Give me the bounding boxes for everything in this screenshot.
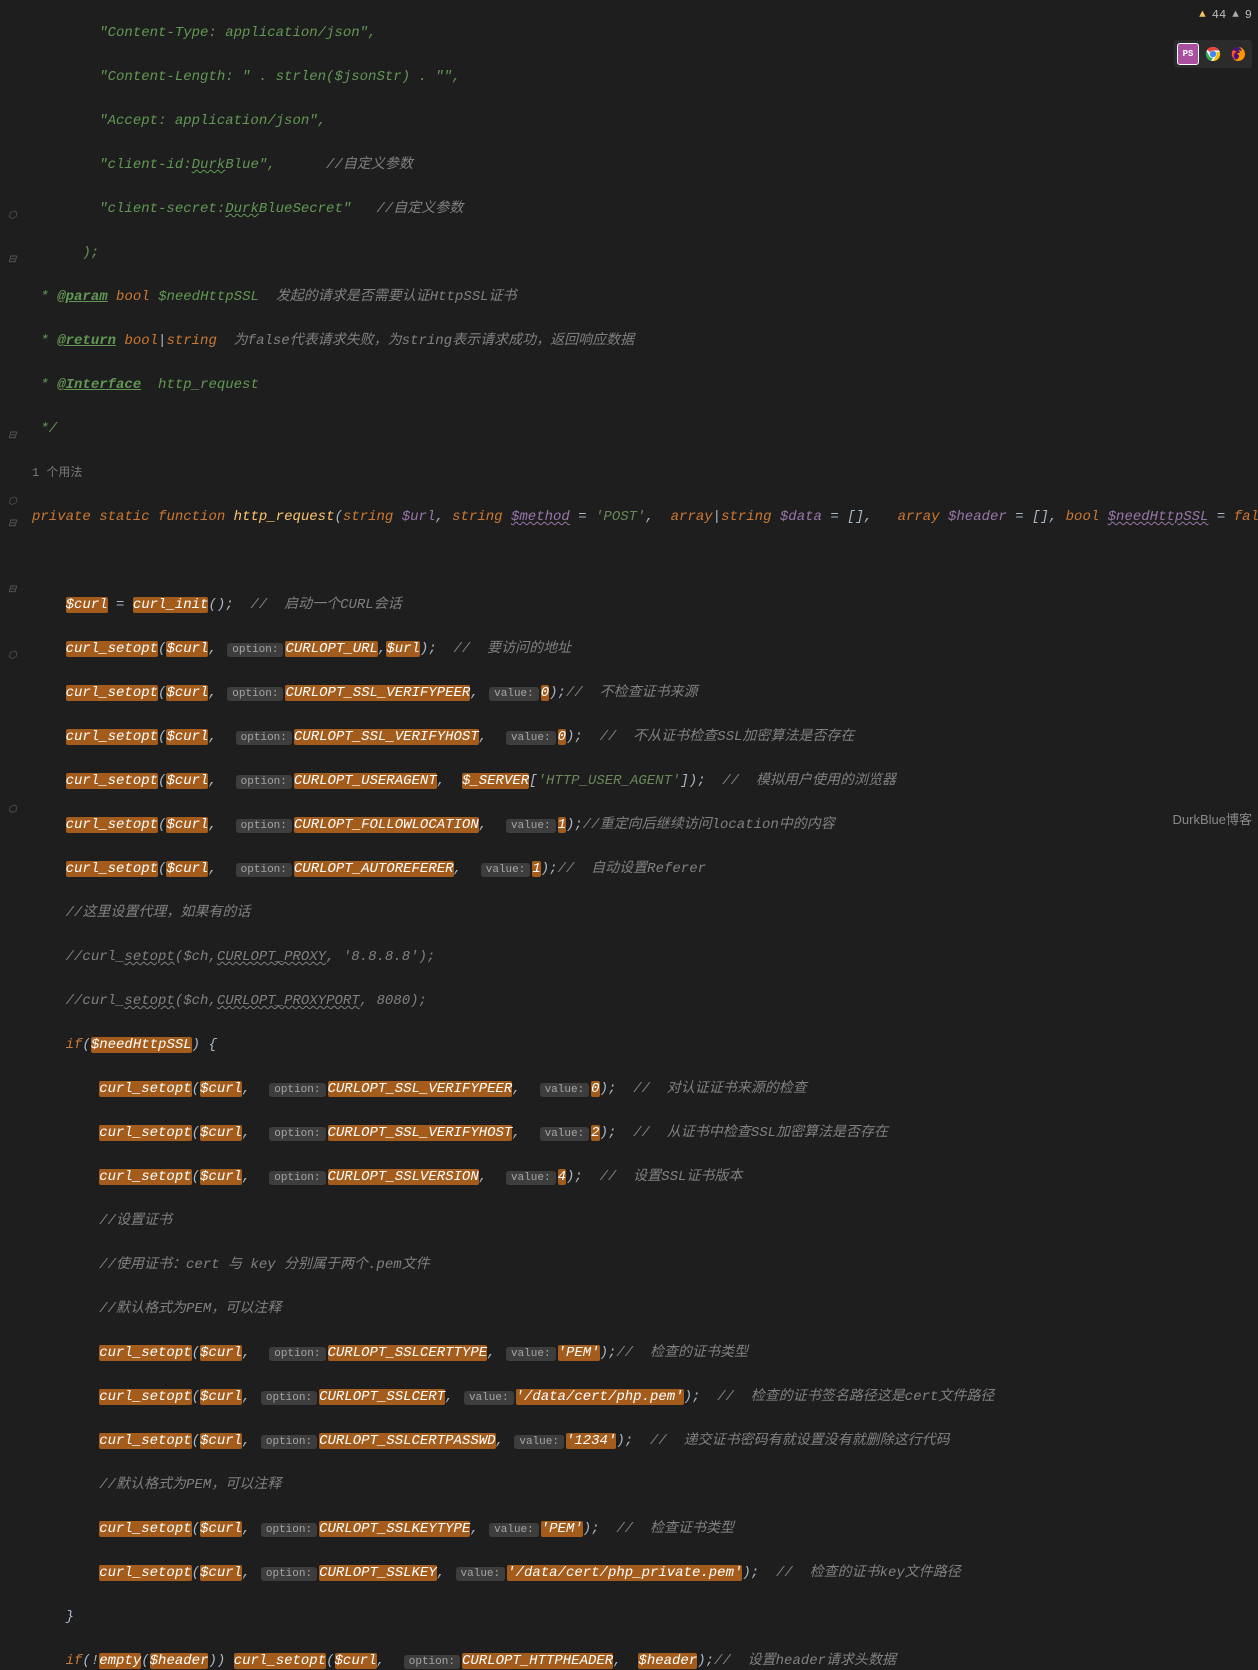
gutter-lock-icon (8, 204, 20, 216)
gutter-lock-icon (8, 644, 20, 656)
gutter-lock-icon (8, 490, 20, 502)
inspection-widget[interactable]: ▲ 44 ▲ 9 (1199, 4, 1252, 26)
gutter-collapse-icon[interactable] (8, 512, 20, 524)
chrome-icon[interactable] (1202, 43, 1224, 65)
gutter-collapse-icon[interactable] (8, 424, 20, 436)
doc-param-tag: @param (57, 289, 107, 305)
doc-interface-tag: @Interface (57, 377, 141, 393)
usage-hint[interactable]: 1 个用法 (32, 466, 82, 480)
phpstorm-icon[interactable]: PS (1177, 43, 1199, 65)
param-hint: option: (227, 643, 283, 657)
function-name: http_request (234, 509, 335, 525)
gutter-collapse-icon[interactable] (8, 578, 20, 590)
browser-toolbar: PS (1174, 40, 1252, 68)
firefox-icon[interactable] (1227, 43, 1249, 65)
doc-return-tag: @return (57, 333, 116, 349)
watermark: DurkBlue博客 (1173, 809, 1252, 831)
gutter-lock-icon (8, 798, 20, 810)
warning-icon: ▲ (1199, 4, 1206, 26)
weak-warning-icon: ▲ (1232, 4, 1239, 26)
warning-count: 44 (1212, 4, 1226, 26)
editor-gutter (0, 0, 28, 835)
gutter-collapse-icon[interactable] (8, 248, 20, 260)
weak-warning-count: 9 (1245, 4, 1252, 26)
code-editor[interactable]: "Content-Type: application/json", "Conte… (28, 0, 978, 835)
